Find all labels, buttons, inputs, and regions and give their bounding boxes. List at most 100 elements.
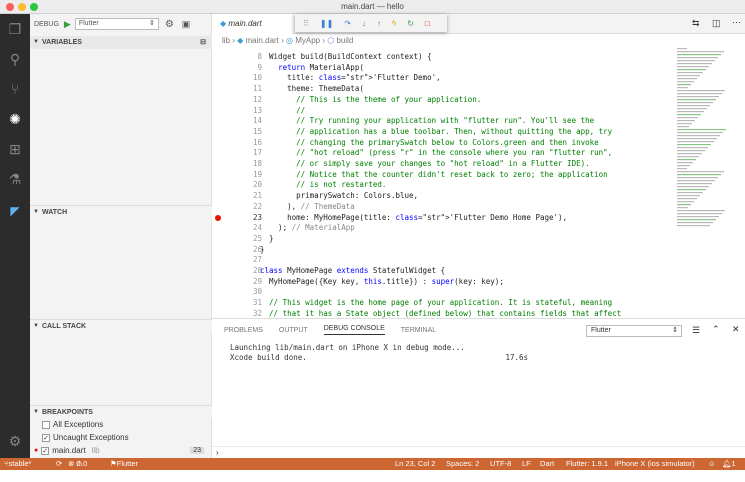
feedback-icon[interactable]: ☺ [708, 458, 716, 470]
extensions-icon[interactable]: ⊞ [6, 140, 24, 158]
line-number: 27 [252, 255, 262, 265]
code-line: // or simply save your changes to "hot r… [296, 159, 590, 168]
line-number: 24 [252, 223, 262, 233]
explorer-icon[interactable]: ❐ [6, 20, 24, 38]
collapse-all-icon[interactable]: ⊟ [200, 36, 206, 49]
console-line: Launching lib/main.dart on iPhone X in d… [230, 343, 465, 352]
drag-handle-icon[interactable]: ⠿ [303, 19, 309, 28]
line-number: 22 [252, 201, 262, 211]
tab-debug-console[interactable]: DEBUG CONSOLE [323, 325, 385, 335]
code-line: // This is the theme of your application… [296, 94, 482, 104]
debug-toolbar: DEBUG ▶ Flutter ⇕ ⚙ ▣ [30, 14, 211, 34]
callstack-section-header[interactable]: ▼ CALL STACK [30, 319, 212, 332]
breakpoint-marker-icon[interactable] [215, 214, 221, 221]
encoding-status[interactable]: UTF-8 [490, 458, 511, 470]
checkbox[interactable] [42, 420, 50, 429]
line-number: 18 [252, 159, 262, 168]
zoom-window-button[interactable] [30, 3, 38, 11]
line-number: 9 [257, 62, 262, 72]
code-line: ), // ThemeData [260, 201, 355, 211]
console-select[interactable]: Flutter ⇕ [586, 325, 682, 337]
pause-icon[interactable]: ❚❚ [320, 19, 333, 28]
code-line: return MaterialApp( [278, 62, 364, 72]
breadcrumb-dir[interactable]: lib [222, 36, 230, 45]
gear-icon[interactable]: ⚙ [6, 432, 24, 450]
code-line: ); // MaterialApp [260, 223, 355, 233]
split-editor-icon[interactable]: ◫ [712, 18, 721, 29]
title-bar: main.dart — hello [0, 0, 745, 14]
search-icon[interactable]: ⚲ [6, 50, 24, 68]
split-compare-icon[interactable]: ⇆ [692, 18, 700, 29]
code-line: // This widget is the home page of your … [269, 298, 613, 308]
tab-problems[interactable]: PROBLEMS [224, 327, 263, 334]
eol-status[interactable]: LF [522, 458, 531, 470]
console-input[interactable]: › [212, 446, 745, 458]
stop-icon[interactable]: □ [425, 19, 430, 28]
line-number: 26 [252, 244, 262, 254]
debug-settings-gear-icon[interactable]: ⚙ [165, 19, 174, 30]
checkbox[interactable]: ✓ [42, 433, 50, 442]
minimize-window-button[interactable] [18, 3, 26, 11]
code-editor[interactable]: 8 Widget build(BuildContext context) {9 … [212, 48, 745, 318]
code-line: title: class="str">'Flutter Demo', [260, 73, 441, 83]
close-window-button[interactable] [6, 3, 14, 11]
breadcrumb-method[interactable]: build [336, 36, 353, 45]
debug-console-icon[interactable]: ▣ [182, 19, 191, 30]
line-number: 32 [252, 308, 262, 318]
debug-icon[interactable]: ✺ [6, 110, 24, 128]
more-actions-icon[interactable]: ⋯ [732, 17, 741, 28]
breakpoints-section-header[interactable]: ▼ BREAKPOINTS [30, 405, 212, 418]
breadcrumb-file[interactable]: main.dart [246, 36, 279, 45]
restart-icon[interactable]: ↻ [407, 19, 414, 28]
breadcrumb-class[interactable]: MyApp [295, 36, 320, 45]
source-control-icon[interactable]: ⑂ [6, 80, 24, 98]
tab-terminal[interactable]: TERMINAL [401, 327, 436, 334]
step-over-icon[interactable]: ↷ [344, 19, 351, 28]
line-number: 31 [252, 298, 262, 308]
maximize-panel-icon[interactable]: ⌃ [712, 324, 720, 335]
breakpoint-main-dart[interactable]: ● ✓ main.dart lib 23 [34, 446, 208, 455]
run-status[interactable]: ⚑ Flutter (hello) [110, 458, 138, 480]
tab-output[interactable]: OUTPUT [279, 327, 308, 334]
flutter-icon[interactable]: ◤ [6, 202, 24, 220]
code-line: primarySwatch: Colors.blue, [260, 191, 419, 201]
branch-status[interactable]: ⑂ stable* [4, 458, 31, 470]
problems-status[interactable]: ⊗ 0 ⚠ 0 [68, 458, 87, 470]
tab-main-dart[interactable]: ◆ main.dart [212, 14, 292, 34]
bottom-panel: PROBLEMS OUTPUT DEBUG CONSOLE TERMINAL F… [212, 318, 745, 458]
test-flask-icon[interactable]: ⚗ [6, 170, 24, 188]
code-line: // that it has a State object (defined b… [269, 308, 622, 318]
code-line: } [260, 244, 265, 254]
watch-section-header[interactable]: ▼ WATCH [30, 205, 212, 218]
line-number: 19 [252, 169, 262, 179]
device-status[interactable]: iPhone X (ios simulator) [615, 458, 695, 470]
start-debug-icon[interactable]: ▶ [64, 19, 71, 30]
sync-icon[interactable]: ⟳ [56, 458, 62, 470]
checkbox[interactable]: ✓ [41, 446, 50, 455]
line-number: 25 [252, 233, 262, 243]
debug-config-select[interactable]: Flutter ⇕ [74, 18, 159, 30]
variables-section-header[interactable]: ▼ VARIABLES ⊟ [30, 36, 212, 49]
minimap[interactable] [675, 48, 737, 248]
line-number: 13 [252, 105, 262, 115]
code-line: // changing the primarySwatch below to C… [296, 137, 599, 147]
clear-console-icon[interactable]: ☰ [692, 325, 700, 336]
close-panel-icon[interactable]: ✕ [732, 324, 740, 335]
cursor-position[interactable]: Ln 23, Col 2 [395, 458, 435, 470]
step-into-icon[interactable]: ↓ [362, 19, 366, 28]
class-icon: ◎ [285, 36, 293, 45]
line-number: 8 [257, 52, 262, 61]
notifications-bell-icon[interactable]: 🔔︎ 1 [722, 458, 736, 470]
breakpoint-uncaught-exceptions[interactable]: ✓ Uncaught Exceptions [42, 433, 129, 442]
indentation-status[interactable]: Spaces: 2 [446, 458, 479, 470]
language-status[interactable]: Dart [540, 458, 554, 470]
code-line: // application has a blue toolbar. Then,… [296, 126, 613, 136]
code-line: // [296, 105, 306, 115]
hot-reload-icon[interactable]: ϟ [392, 19, 396, 28]
step-out-icon[interactable]: ↑ [377, 19, 381, 28]
debug-floating-toolbar: ⠿ ❚❚ ↷ ↓ ↑ ϟ ↻ □ [295, 14, 447, 32]
code-line: // Notice that the counter didn't reset … [296, 169, 608, 179]
line-number: 17 [252, 148, 262, 158]
sdk-status[interactable]: Flutter: 1.9.1 [566, 458, 608, 470]
breakpoint-all-exceptions[interactable]: All Exceptions [42, 420, 103, 429]
